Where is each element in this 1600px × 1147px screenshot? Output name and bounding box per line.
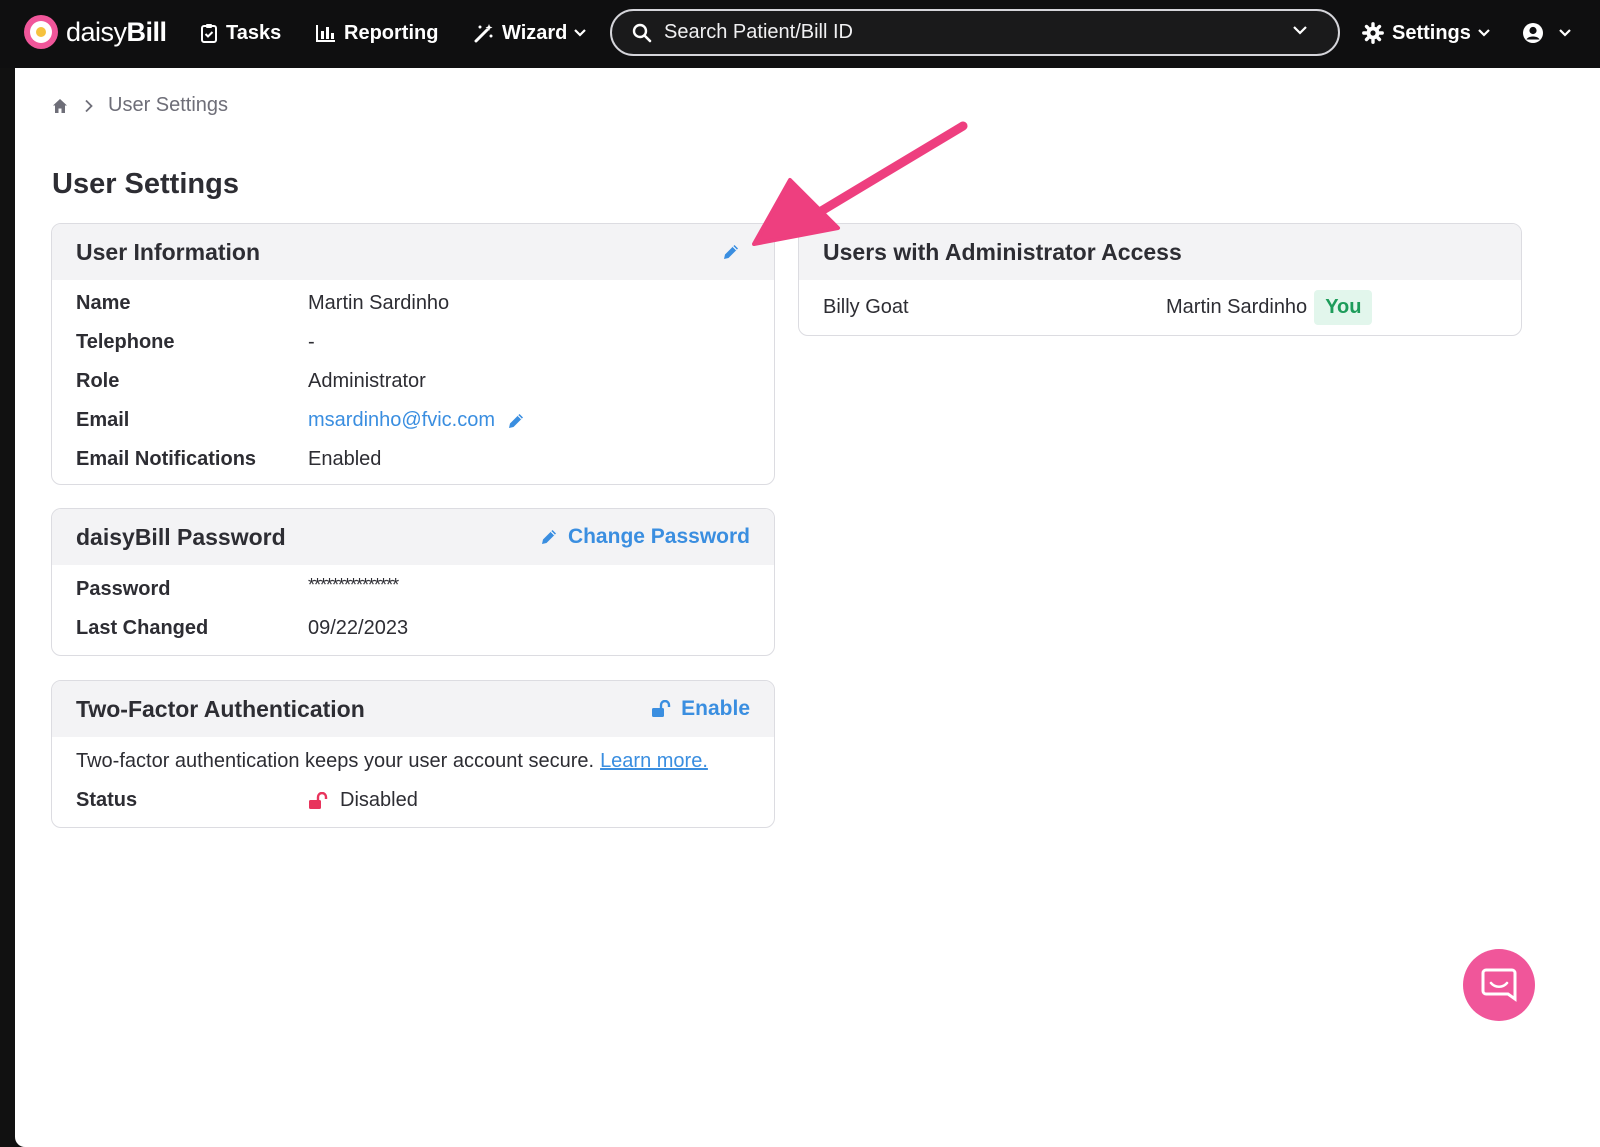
chevron-down-icon [1478, 29, 1490, 37]
daisy-logo-icon [24, 15, 58, 49]
nav-reporting[interactable]: Reporting [316, 18, 438, 48]
description-text: Two-factor authentication keeps your use… [76, 750, 595, 772]
row-label: Role [76, 370, 120, 392]
row-value: Enabled [308, 448, 382, 470]
info-row-email: Email msardinho@fvic.com [52, 401, 774, 440]
page-title: User Settings [52, 168, 239, 200]
row-label: Telephone [76, 331, 175, 353]
email-link[interactable]: msardinho@fvic.com [308, 409, 495, 432]
logo-text: daisyBill [66, 16, 167, 47]
change-password-button[interactable]: Change Password [540, 509, 750, 565]
change-password-label: Change Password [567, 525, 750, 548]
breadcrumb: User Settings [52, 94, 228, 117]
row-value: Martin Sardinho [308, 292, 450, 314]
status-value: Disabled [308, 789, 418, 812]
two-factor-description: Two-factor authentication keeps your use… [52, 742, 774, 781]
nav-settings-label: Settings [1392, 21, 1471, 44]
chat-icon [1481, 968, 1517, 1002]
enable-label: Enable [681, 697, 750, 720]
pencil-icon [724, 245, 738, 259]
bar-chart-icon [316, 25, 335, 42]
learn-more-link[interactable]: Learn more. [600, 750, 708, 773]
two-factor-card: Two-Factor Authentication Enable Two-fac… [51, 680, 775, 828]
user-circle-icon [1523, 23, 1543, 43]
card-header: Two-Factor Authentication Enable [52, 681, 774, 737]
breadcrumb-current: User Settings [108, 94, 229, 116]
info-row-email-notifications: Email Notifications Enabled [52, 440, 774, 479]
info-row-name: Name Martin Sardinho [52, 284, 774, 323]
row-value: 09/22/2023 [308, 617, 409, 639]
patient-bill-search[interactable] [610, 9, 1340, 56]
row-label: Status [76, 789, 138, 811]
chevron-right-icon [85, 99, 93, 112]
row-label: Name [76, 292, 131, 314]
search-icon [632, 23, 652, 42]
card-title: User Information [76, 238, 261, 265]
enable-2fa-button[interactable]: Enable [651, 681, 750, 737]
card-header: daisyBill Password Change Password [52, 509, 774, 565]
status-text: Disabled [340, 789, 418, 811]
last-changed-row: Last Changed 09/22/2023 [52, 609, 774, 648]
lock-open-icon [652, 700, 671, 717]
nav-settings-dropdown[interactable]: Settings [1362, 18, 1491, 48]
password-row: Password *************** [52, 570, 774, 609]
annotation-arrow-icon [752, 121, 968, 246]
top-navbar: daisyBill Tasks Reporting Wizard Setting… [0, 0, 1600, 68]
card-body: Billy Goat Martin Sardinho You [799, 280, 1521, 332]
info-row-role: Role Administrator [52, 362, 774, 401]
daisybill-logo[interactable]: daisyBill [24, 14, 167, 50]
search-input[interactable] [664, 21, 1284, 44]
chevron-down-icon [574, 29, 587, 37]
chat-launcher-button[interactable] [1463, 949, 1535, 1021]
card-body: Password *************** Last Changed 09… [52, 565, 774, 648]
card-header: User Information [52, 224, 774, 280]
row-label: Last Changed [76, 617, 209, 639]
magic-wand-icon [474, 24, 493, 43]
nav-reporting-label: Reporting [344, 21, 439, 44]
you-badge: You [1314, 289, 1373, 325]
password-mask: *************** [308, 575, 399, 595]
row-value: msardinho@fvic.com [308, 409, 525, 432]
nav-wizard-label: Wizard [502, 21, 568, 44]
row-label: Email Notifications [76, 448, 257, 470]
admin-user-name: Billy Goat [823, 295, 909, 318]
nav-tasks[interactable]: Tasks [200, 18, 281, 48]
home-icon[interactable] [52, 98, 68, 114]
row-value: Administrator [308, 370, 426, 392]
nav-wizard-dropdown[interactable]: Wizard [474, 18, 587, 48]
card-body: Two-factor authentication keeps your use… [52, 737, 774, 820]
row-label: Password [76, 578, 171, 600]
admin-user-list: Billy Goat Martin Sardinho You [799, 282, 1521, 332]
row-value: - [308, 331, 315, 353]
row-label: Email [76, 409, 130, 431]
chevron-down-icon[interactable] [1292, 24, 1308, 36]
pencil-icon [541, 530, 556, 544]
nav-tasks-label: Tasks [226, 21, 282, 44]
user-menu-dropdown[interactable] [1522, 18, 1572, 48]
clipboard-check-icon [201, 24, 217, 43]
user-information-card: User Information Name Martin Sardinho Te… [51, 223, 775, 485]
card-title: Two-Factor Authentication [76, 695, 365, 722]
password-card: daisyBill Password Change Password Passw… [51, 508, 775, 656]
card-body: Name Martin Sardinho Telephone - Role Ad… [52, 280, 774, 479]
gear-icon [1362, 22, 1384, 44]
admin-user-name: Martin Sardinho [1166, 295, 1308, 318]
info-row-telephone: Telephone - [52, 323, 774, 362]
lock-open-icon [309, 791, 328, 809]
pencil-icon[interactable] [507, 412, 525, 430]
chevron-down-icon [1559, 29, 1571, 37]
card-title: daisyBill Password [76, 523, 286, 550]
status-row: Status Disabled [52, 781, 774, 820]
